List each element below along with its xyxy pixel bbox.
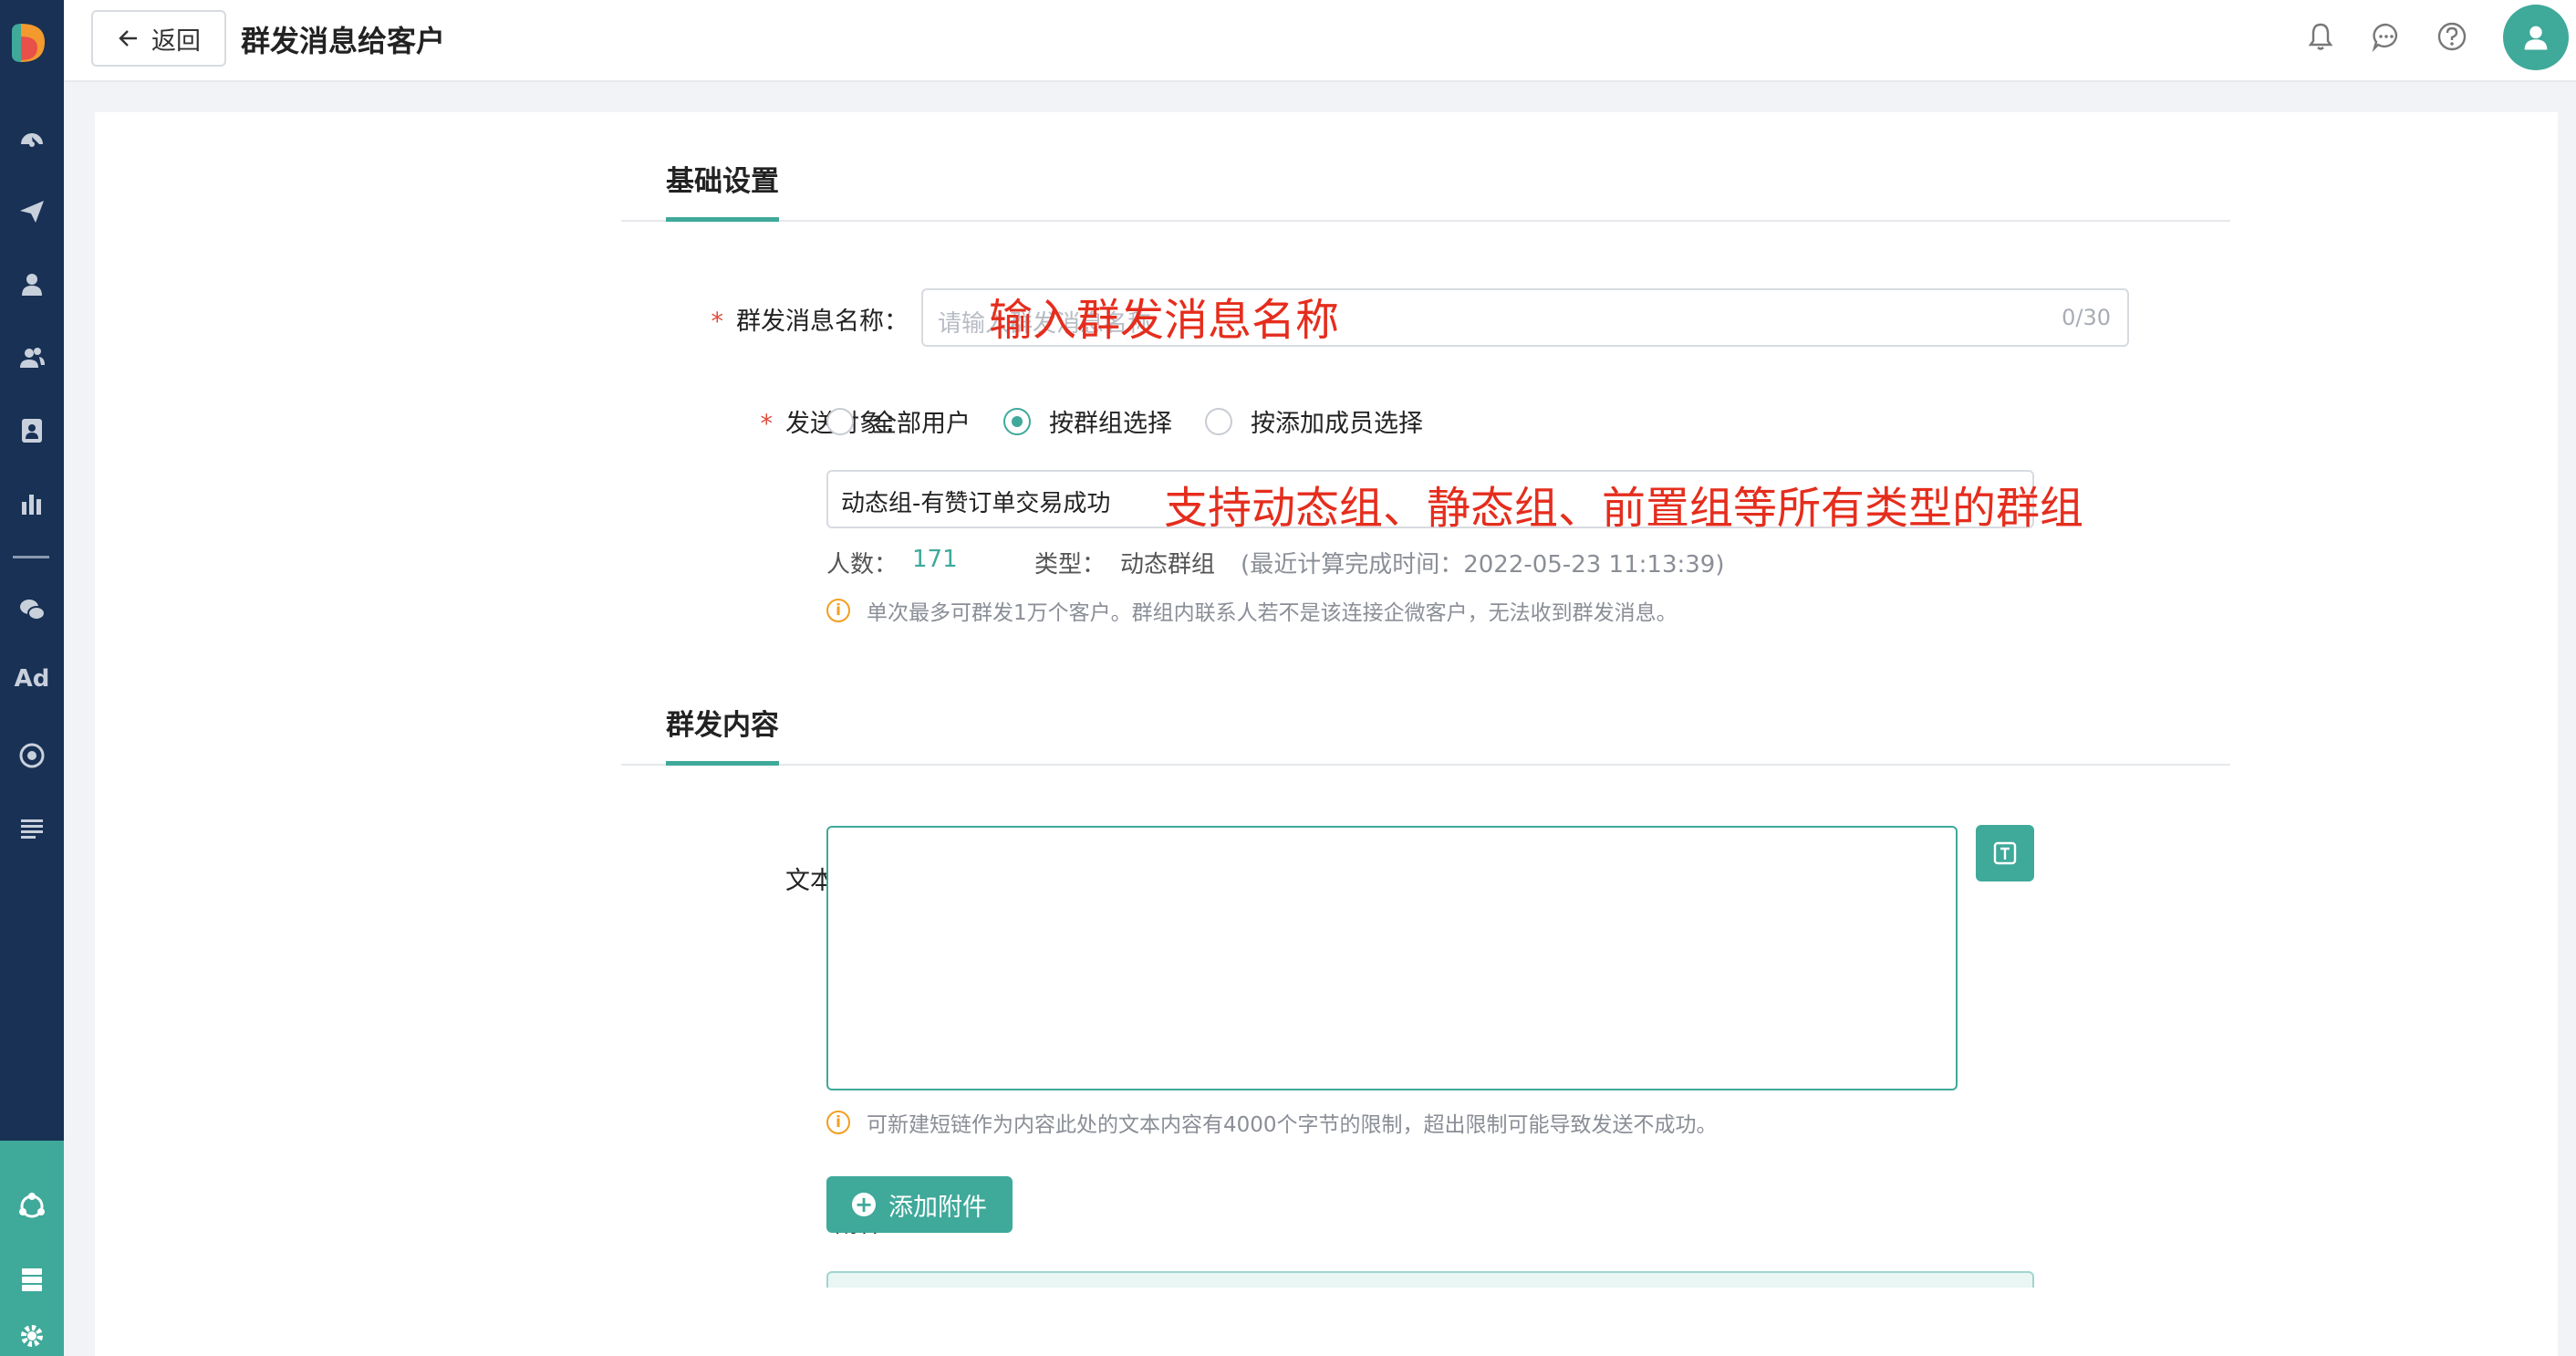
radio-by-group[interactable]: 按群组选择 [1003,403,1172,439]
back-button[interactable]: 返回 [91,10,226,67]
radio-circle[interactable] [826,407,854,435]
sidebar: Ad [0,0,64,1356]
chat-icon[interactable] [2370,20,2403,53]
type-label: 类型： [1034,551,1106,579]
calc-time: (最近计算完成时间：2022-05-23 11:13:39) [1241,551,1725,579]
send-limit-note: i 单次最多可群发1万个客户。群组内联系人若不是该连接企微客户，无法收到群发消息… [826,595,1678,626]
network-icon[interactable] [16,1190,48,1223]
send-target-radio-group: 全部用户 按群组选择 按添加成员选择 [826,403,1456,439]
count-value: 171 [912,546,958,573]
attachment-area [826,1271,2034,1288]
text-limit-note: i 可新建短链作为内容此处的文本内容有4000个字节的限制，超出限制可能导致发送… [826,1107,1718,1138]
contact-card-icon[interactable] [16,414,48,447]
plus-icon: + [852,1193,876,1216]
list-icon[interactable] [16,812,48,845]
required-mark: * [760,410,774,438]
content-section-title: 群发内容 [666,702,779,766]
content-section: 群发内容 [621,656,2230,766]
ad-icon[interactable]: Ad [11,665,53,693]
radio-circle[interactable] [1205,407,1232,435]
send-icon[interactable] [16,195,48,228]
type-value: 动态群组 [1120,551,1216,579]
info-icon: i [826,1111,850,1134]
users-icon[interactable] [16,341,48,374]
gear-icon[interactable] [16,1319,48,1352]
app-logo[interactable] [8,20,48,73]
main-card: 基础设置 *群发消息名称： 请输入群发消息名称 0/30 输入群发消息名称 *发… [95,112,2558,1356]
avatar[interactable] [2503,5,2569,70]
text-format-icon [1993,841,2017,865]
group-info-line: 人数： 171 类型： 动态群组 (最近计算完成时间：2022-05-23 11… [826,546,1724,579]
count-label: 人数： [826,551,898,579]
back-label: 返回 [151,26,201,56]
top-bar: 返回 群发消息给客户 [64,0,2576,82]
sidebar-bottom-panel [0,1141,64,1356]
target-icon[interactable] [16,739,48,772]
radio-by-member[interactable]: 按添加成员选择 [1205,403,1423,439]
basic-settings-title: 基础设置 [666,158,779,222]
radio-all-users[interactable]: 全部用户 [826,403,971,439]
message-name-annotation: 输入群发消息名称 [989,295,1340,346]
message-name-counter: 0/30 [2062,305,2111,330]
bell-icon[interactable] [2304,20,2337,53]
user-avatar-icon [2524,26,2548,50]
radio-circle-selected[interactable] [1003,407,1031,435]
message-name-label: * 群发消息名称： [711,308,909,336]
required-mark: * [711,308,724,336]
group-select-value: 动态组-有赞订单交易成功 [841,490,1111,517]
arrow-left-icon [119,30,137,47]
add-attachment-button[interactable]: + 添加附件 [826,1176,1013,1233]
text-format-button[interactable] [1976,825,2034,881]
info-icon: i [826,599,850,622]
basic-settings-section: 基础设置 [621,112,2230,222]
bar-chart-icon[interactable] [16,487,48,520]
sidebar-divider [13,556,49,558]
text-content-textarea[interactable] [826,826,1958,1090]
page-title: 群发消息给客户 [241,24,446,58]
help-icon[interactable] [2436,20,2468,53]
server-icon[interactable] [16,1263,48,1296]
user-icon[interactable] [16,268,48,301]
dashboard-icon[interactable] [16,122,48,155]
group-annotation: 支持动态组、静态组、前置组等所有类型的群组 [1164,483,2084,534]
wechat-icon[interactable] [16,593,48,626]
